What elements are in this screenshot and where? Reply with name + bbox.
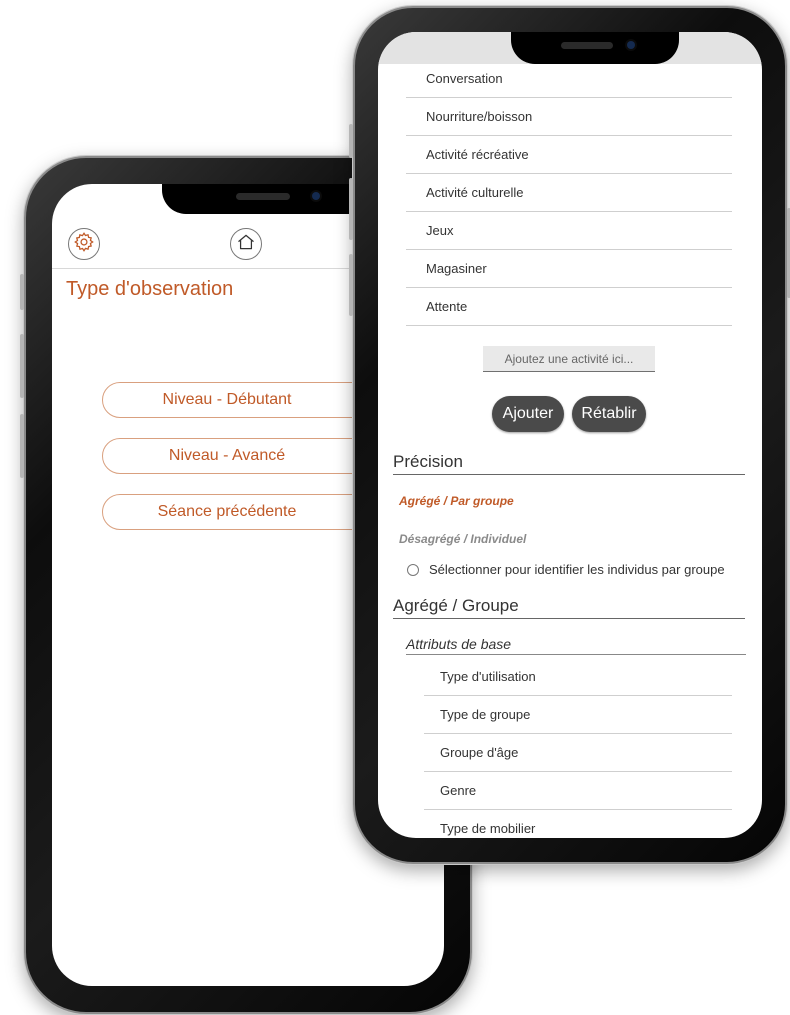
precision-aggregated-option[interactable]: Agrégé / Par groupe <box>399 494 514 508</box>
attribute-item[interactable]: Genre <box>424 772 732 810</box>
attribute-item[interactable]: Type de mobilier <box>424 810 732 838</box>
radio-button[interactable] <box>407 563 419 576</box>
front-camera <box>312 192 320 200</box>
identify-individuals-radio-row[interactable]: Sélectionner pour identifier les individ… <box>407 562 725 577</box>
precision-heading: Précision <box>393 452 745 475</box>
phone-right: Conversation Nourriture/boisson Activité… <box>349 6 790 864</box>
volume-down-button <box>349 254 353 316</box>
reset-button[interactable]: Rétablir <box>572 396 646 432</box>
home-button[interactable] <box>230 228 262 260</box>
settings-button[interactable] <box>68 228 100 260</box>
attribute-item[interactable]: Type de groupe <box>424 696 732 734</box>
speaker-grille <box>236 193 290 200</box>
add-activity-input[interactable] <box>483 346 655 372</box>
right-screen: Conversation Nourriture/boisson Activité… <box>378 32 762 838</box>
mute-switch <box>349 124 353 158</box>
group-heading: Agrégé / Groupe <box>393 596 745 619</box>
activity-item[interactable]: Nourriture/boisson <box>406 98 732 136</box>
volume-down-button <box>20 414 24 478</box>
gear-icon <box>73 231 95 258</box>
front-camera <box>627 41 635 49</box>
activity-item[interactable]: Activité culturelle <box>406 174 732 212</box>
activity-item[interactable]: Jeux <box>406 212 732 250</box>
activity-item[interactable]: Conversation <box>406 60 732 98</box>
activity-item[interactable]: Magasiner <box>406 250 732 288</box>
home-icon <box>236 232 256 257</box>
attribute-item[interactable]: Type d'utilisation <box>424 658 732 696</box>
mute-switch <box>20 274 24 310</box>
notch <box>162 184 380 214</box>
activity-item[interactable]: Attente <box>406 288 732 326</box>
base-attributes-heading: Attributs de base <box>406 636 746 655</box>
activity-item[interactable]: Activité récréative <box>406 136 732 174</box>
precision-disaggregated-option[interactable]: Désagrégé / Individuel <box>399 532 526 546</box>
volume-up-button <box>20 334 24 398</box>
volume-up-button <box>349 178 353 240</box>
attribute-item[interactable]: Groupe d'âge <box>424 734 732 772</box>
page-title: Type d'observation <box>66 278 234 300</box>
radio-label: Sélectionner pour identifier les individ… <box>429 562 725 577</box>
add-button[interactable]: Ajouter <box>492 396 564 432</box>
speaker-grille <box>561 42 613 49</box>
